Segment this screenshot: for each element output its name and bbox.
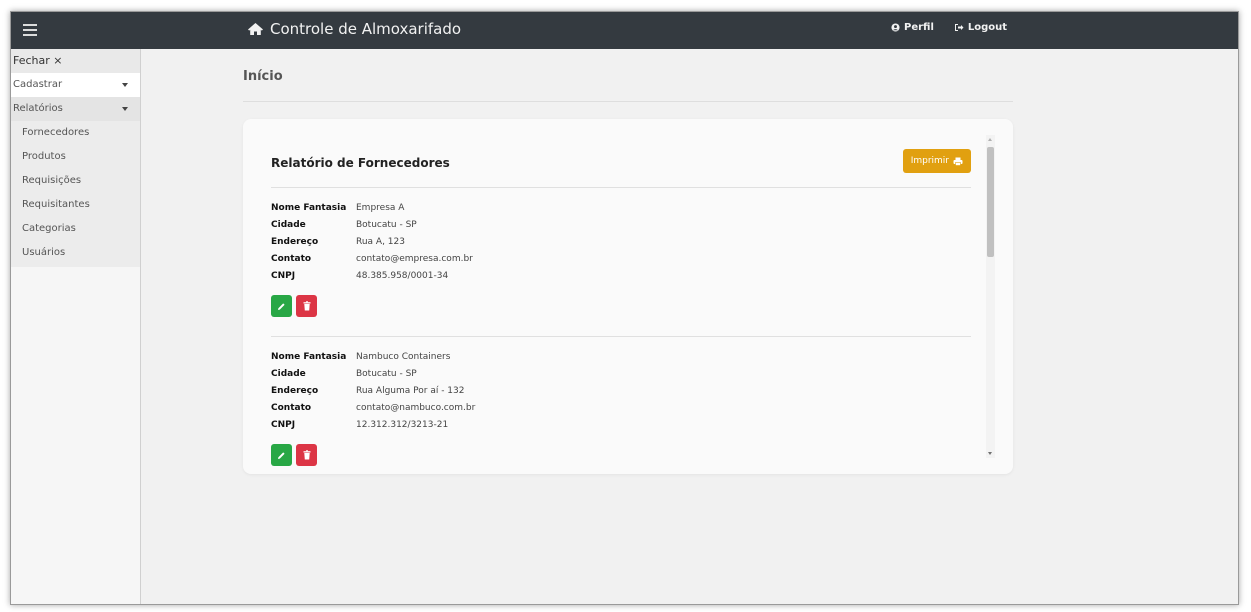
supplier-record: Nome Fantasia Nambuco Containers Cidade … (271, 349, 971, 466)
field-contato: Contato contato@empresa.com.br (271, 251, 971, 268)
field-endereco: Endereço Rua Alguma Por aí - 132 (271, 383, 971, 400)
top-navbar: Controle de Almoxarifado Perfil Logout (11, 12, 1238, 49)
field-value: contato@empresa.com.br (356, 254, 473, 264)
logout-icon (954, 24, 964, 31)
divider (243, 101, 1013, 102)
field-cnpj: CNPJ 12.312.312/3213-21 (271, 417, 971, 434)
sidebar-close-button[interactable]: Fechar × (11, 49, 140, 73)
field-label: Cidade (271, 220, 306, 230)
print-button[interactable]: Imprimir (902, 149, 971, 173)
report-card: Relatório de Fornecedores Imprimir Nome … (243, 119, 1013, 474)
field-cidade: Cidade Botucatu - SP (271, 366, 971, 383)
scroll-up-arrow-icon[interactable] (988, 138, 992, 141)
trash-icon (303, 301, 310, 311)
supplier-record: Nome Fantasia Empresa A Cidade Botucatu … (271, 200, 971, 317)
record-actions (271, 295, 971, 317)
pencil-icon (278, 451, 285, 459)
field-value: 48.385.958/0001-34 (356, 271, 449, 281)
user-circle-icon (891, 23, 900, 32)
sidebar-menu-relatorios[interactable]: Relatórios (11, 97, 140, 121)
sidebar-item-requisitantes[interactable]: Requisitantes (11, 193, 140, 217)
field-label: CNPJ (271, 420, 296, 430)
hamburger-icon[interactable] (23, 21, 37, 39)
brand[interactable]: Controle de Almoxarifado (247, 20, 461, 38)
sidebar-item-produtos[interactable]: Produtos (11, 145, 140, 169)
divider (271, 336, 971, 337)
field-label: CNPJ (271, 271, 296, 281)
app-window: Controle de Almoxarifado Perfil Logout F… (10, 11, 1239, 605)
field-value: Rua A, 123 (356, 237, 405, 247)
field-label: Endereço (271, 237, 319, 247)
report-card-body[interactable]: Relatório de Fornecedores Imprimir Nome … (271, 119, 971, 474)
field-cnpj: CNPJ 48.385.958/0001-34 (271, 268, 971, 285)
field-endereco: Endereço Rua A, 123 (271, 234, 971, 251)
sidebar-item-requisicoes[interactable]: Requisições (11, 169, 140, 193)
caret-down-icon (122, 107, 128, 111)
logout-link[interactable]: Logout (954, 22, 1007, 33)
field-value: contato@nambuco.com.br (356, 403, 476, 413)
pencil-icon (278, 302, 285, 310)
page-title: Início (243, 69, 283, 84)
field-contato: Contato contato@nambuco.com.br (271, 400, 971, 417)
field-value: Botucatu - SP (356, 220, 417, 230)
field-value: Rua Alguma Por aí - 132 (356, 386, 465, 396)
brand-title: Controle de Almoxarifado (270, 20, 462, 38)
field-label: Cidade (271, 369, 306, 379)
scrollbar[interactable] (986, 135, 995, 458)
record-actions (271, 444, 971, 466)
field-label: Contato (271, 403, 312, 413)
field-label: Contato (271, 254, 312, 264)
field-nome-fantasia: Nome Fantasia Nambuco Containers (271, 349, 971, 366)
scroll-down-arrow-icon[interactable] (988, 452, 992, 455)
edit-button[interactable] (271, 295, 292, 317)
profile-label: Perfil (904, 22, 934, 33)
sidebar-menu-label: Relatórios (13, 103, 63, 114)
print-button-label: Imprimir (910, 156, 949, 166)
sidebar-item-categorias[interactable]: Categorias (11, 217, 140, 241)
field-nome-fantasia: Nome Fantasia Empresa A (271, 200, 971, 217)
edit-button[interactable] (271, 444, 292, 466)
home-icon (248, 23, 263, 35)
sidebar-item-fornecedores[interactable]: Fornecedores (11, 121, 140, 145)
delete-button[interactable] (296, 444, 317, 466)
field-label: Nome Fantasia (271, 203, 347, 213)
caret-down-icon (122, 83, 128, 87)
trash-icon (303, 450, 310, 460)
field-value: Nambuco Containers (356, 352, 451, 362)
logout-label: Logout (967, 22, 1008, 33)
field-value: Botucatu - SP (356, 369, 417, 379)
scroll-thumb[interactable] (987, 147, 994, 257)
delete-button[interactable] (296, 295, 317, 317)
sidebar: Fechar × Cadastrar Relatórios Fornecedor… (11, 49, 141, 604)
top-nav: Perfil Logout (891, 22, 1027, 33)
profile-link[interactable]: Perfil (891, 22, 934, 33)
sidebar-menu-label: Cadastrar (13, 79, 63, 90)
sidebar-menu-cadastrar[interactable]: Cadastrar (11, 73, 140, 97)
divider (271, 187, 971, 188)
report-title: Relatório de Fornecedores (271, 156, 450, 170)
field-value: 12.312.312/3213-21 (356, 420, 449, 430)
sidebar-submenu-relatorios: Fornecedores Produtos Requisições Requis… (11, 121, 140, 267)
field-value: Empresa A (356, 203, 405, 213)
field-cidade: Cidade Botucatu - SP (271, 217, 971, 234)
field-label: Endereço (271, 386, 319, 396)
field-label: Nome Fantasia (271, 352, 347, 362)
sidebar-item-usuarios[interactable]: Usuários (11, 241, 140, 265)
printer-icon (953, 157, 963, 166)
